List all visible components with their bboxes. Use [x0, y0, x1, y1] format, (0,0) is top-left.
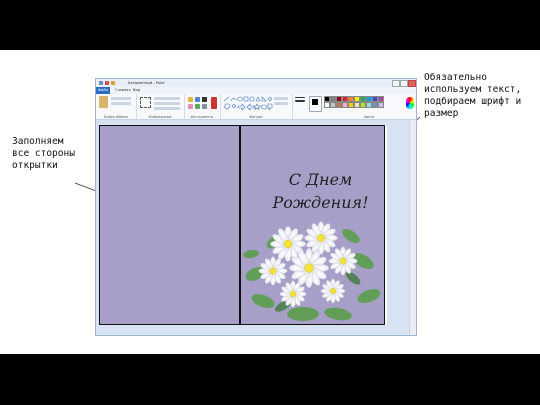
resize-button[interactable] [154, 102, 180, 105]
paint-window: Безымянный - Paint Файл Главная Вид Буфе… [95, 78, 417, 336]
group-label: Фигуры [249, 115, 263, 119]
group-label: Инструменты [190, 115, 214, 119]
color-palette [324, 96, 404, 112]
window-title: Безымянный - Paint [128, 81, 165, 85]
fill-icon[interactable] [195, 97, 200, 102]
copy-button[interactable] [111, 102, 131, 105]
flower-center [317, 234, 325, 242]
top-black-band [0, 0, 540, 50]
paste-icon[interactable] [99, 96, 108, 108]
canvas[interactable]: С Днем Рождения! [99, 125, 387, 325]
greeting-line-1: С Днем [288, 170, 353, 189]
paint-title-bar: Безымянный - Paint [96, 79, 416, 87]
tab-file[interactable]: Файл [96, 87, 110, 94]
crop-button[interactable] [154, 97, 180, 100]
tab-view[interactable]: Вид [130, 87, 143, 94]
outline-button[interactable] [274, 97, 288, 100]
redo-icon[interactable] [111, 81, 115, 85]
color1-button[interactable] [309, 96, 322, 112]
flower-center [289, 290, 297, 298]
text-icon[interactable] [202, 97, 207, 102]
greeting-line-2: Рождения! [272, 193, 369, 212]
card-background: С Днем Рождения! [99, 125, 385, 325]
undo-icon[interactable] [105, 81, 109, 85]
annotation-fill-sides: Заполняем все стороны открытки [12, 136, 75, 171]
group-tools: Инструменты [184, 94, 221, 119]
group-clipboard: Буфер обмена [96, 94, 137, 119]
card-fold-line [239, 126, 241, 324]
flower-center [330, 288, 336, 294]
color-picker-icon[interactable] [195, 104, 200, 109]
flower-center [339, 257, 347, 265]
group-label: Цвета [363, 115, 375, 119]
brushes-icon[interactable] [211, 97, 217, 109]
annotation-use-text: Обязательно используем текст, подбираем … [424, 72, 522, 119]
greeting-text: С Днем Рождения! [258, 168, 383, 214]
size-icon [295, 100, 305, 102]
close-button[interactable] [408, 80, 416, 87]
cut-button[interactable] [111, 97, 131, 100]
ribbon: Буфер обмена Изображение Инструменты Фиг… [96, 94, 416, 120]
chamomile-bouquet-image [243, 221, 381, 321]
pencil-icon[interactable] [188, 97, 193, 102]
fill-button[interactable] [274, 102, 288, 105]
bottom-black-band [0, 354, 540, 405]
minimize-button[interactable] [392, 80, 400, 87]
color-swatch[interactable] [378, 102, 384, 108]
rotate-button[interactable] [154, 107, 180, 110]
group-image: Изображение [136, 94, 185, 119]
group-size [292, 94, 324, 119]
group-shapes: Фигуры [220, 94, 293, 119]
size-icon[interactable] [295, 97, 305, 98]
eraser-icon[interactable] [188, 104, 193, 109]
flower-center [304, 263, 314, 273]
ribbon-tabs: Файл Главная Вид [96, 87, 416, 94]
shapes-gallery[interactable] [223, 96, 273, 112]
maximize-button[interactable] [400, 80, 408, 87]
save-icon[interactable] [99, 81, 103, 85]
select-icon[interactable] [140, 97, 151, 108]
edit-colors-icon[interactable] [406, 97, 414, 109]
magnifier-icon[interactable] [202, 104, 207, 109]
vertical-scrollbar[interactable] [409, 120, 416, 335]
flower-center [283, 239, 293, 249]
group-label: Буфер обмена [103, 115, 129, 119]
canvas-area: С Днем Рождения! [96, 120, 416, 335]
flower-center [269, 267, 277, 275]
group-label: Изображение [148, 115, 172, 119]
